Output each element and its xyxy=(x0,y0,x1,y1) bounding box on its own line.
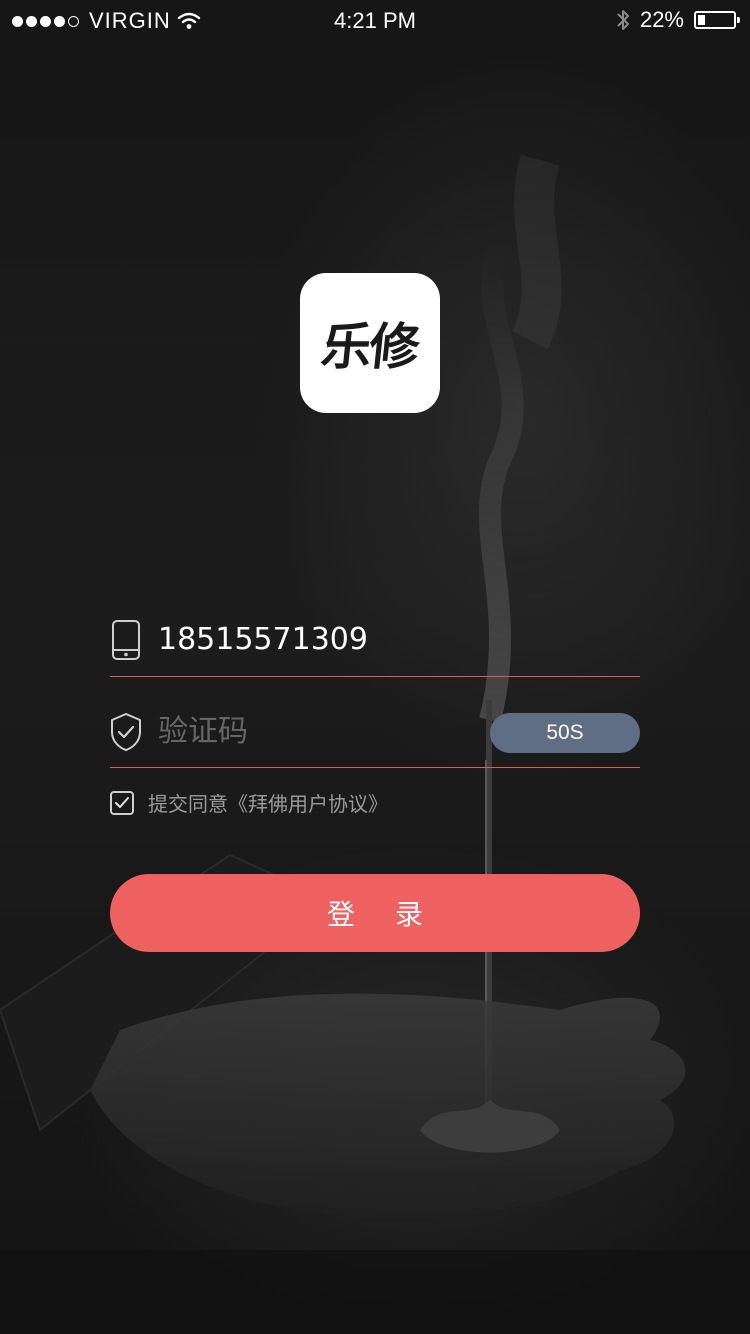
logo-text: 乐修 xyxy=(318,317,421,376)
agreement-checkbox[interactable] xyxy=(110,790,134,815)
shield-check-icon xyxy=(111,713,141,751)
status-bar: VIRGIN 4:21 PM 22% xyxy=(0,0,750,40)
bluetooth-icon xyxy=(617,10,629,30)
status-right: 22% xyxy=(616,7,740,33)
phone-field xyxy=(110,606,640,677)
code-input[interactable] xyxy=(158,706,488,756)
app-logo: 乐修 xyxy=(300,273,440,413)
phone-input[interactable] xyxy=(158,614,488,664)
resend-code-button[interactable]: 50S xyxy=(490,713,640,753)
code-field: 50S xyxy=(110,698,640,768)
phone-icon xyxy=(112,620,140,660)
agreement-text[interactable]: 提交同意《拜佛用户协议》 xyxy=(148,788,388,817)
login-screen: VIRGIN 4:21 PM 22% 乐修 18515571309 验证码 50… xyxy=(0,0,750,1334)
agreement-row[interactable]: 提交同意《拜佛用户协议》 xyxy=(110,788,388,817)
battery-fill xyxy=(698,15,705,25)
battery-icon xyxy=(694,11,740,29)
battery-percent: 22% xyxy=(639,7,684,32)
login-button[interactable]: 登录 xyxy=(110,874,640,952)
checkmark-icon xyxy=(115,796,129,808)
